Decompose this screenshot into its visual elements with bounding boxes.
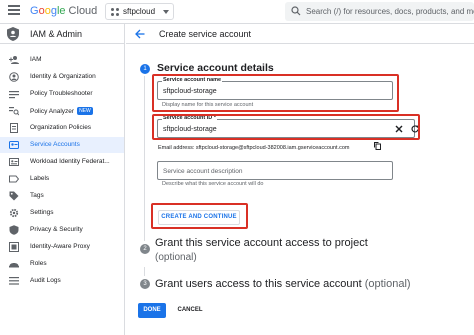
- search-bar[interactable]: Search (/) for resources, docs, products…: [285, 2, 474, 21]
- id-card-icon: [9, 158, 19, 166]
- gear-icon: [9, 208, 19, 218]
- step-connector: [144, 76, 145, 241]
- step1-title: Service account details: [157, 62, 274, 74]
- step3-optional: (optional): [364, 278, 411, 290]
- iap-icon: [9, 242, 19, 252]
- page-title: Create service account: [159, 29, 252, 39]
- email-address-text: Email address: sftpcloud-storage@sftpclo…: [158, 145, 350, 151]
- step-number-2: 2: [140, 244, 150, 254]
- sidebar-item-identity-aware-proxy[interactable]: Identity-Aware Proxy: [0, 239, 124, 255]
- list-icon: [9, 277, 19, 285]
- search-icon: [291, 6, 301, 16]
- sidebar-item-workload-identity-federation[interactable]: Workload Identity Federat...: [0, 154, 124, 170]
- service-account-description-field[interactable]: Service account description: [157, 161, 393, 180]
- sidebar-item-service-accounts[interactable]: Service Accounts: [0, 137, 124, 153]
- cancel-button[interactable]: CANCEL: [173, 303, 207, 318]
- hat-icon: [9, 263, 19, 268]
- page-header: Create service account: [126, 24, 474, 44]
- project-dots-icon: [111, 8, 119, 16]
- sidebar-item-policy-analyzer[interactable]: Policy Analyzer NEW: [0, 103, 124, 119]
- shield-icon: [9, 225, 19, 235]
- project-picker[interactable]: sftpcloud: [105, 3, 174, 20]
- person-add-icon: [9, 56, 19, 64]
- highlight-box-id: [152, 114, 420, 140]
- step-number-3: 3: [140, 279, 150, 289]
- sidebar-item-audit-logs[interactable]: Audit Logs: [0, 273, 124, 289]
- sidebar-item-labels[interactable]: Labels: [0, 171, 124, 187]
- main-content: Create service account 1 Service account…: [126, 24, 474, 335]
- highlight-box-create: [151, 203, 248, 229]
- search-placeholder: Search (/) for resources, docs, products…: [306, 7, 474, 16]
- wrench-icon: [9, 91, 19, 99]
- sidebar-title: IAM & Admin: [30, 29, 83, 39]
- sidebar-item-label: Policy Troubleshooter: [30, 90, 93, 97]
- sidebar-item-label: IAM: [30, 56, 42, 63]
- sidebar-item-roles[interactable]: Roles: [0, 256, 124, 272]
- sidebar-item-label: Policy Analyzer NEW: [30, 107, 93, 115]
- step3-title[interactable]: Grant users access to this service accou…: [155, 278, 411, 290]
- top-bar: Google Cloud sftpcloud Search (/) for re…: [0, 0, 474, 24]
- sidebar: IAM & Admin IAM Identity & Organization …: [0, 24, 125, 335]
- sidebar-header: IAM & Admin: [0, 24, 124, 44]
- person-circle-icon: [9, 72, 19, 82]
- field-placeholder: Service account description: [163, 168, 243, 175]
- new-badge: NEW: [77, 107, 93, 115]
- sidebar-item-label: Service Accounts: [30, 141, 80, 148]
- caret-down-icon: [163, 10, 169, 14]
- sidebar-item-label: Identity-Aware Proxy: [30, 243, 90, 250]
- highlight-box-name: [152, 74, 399, 112]
- sidebar-item-label: Tags: [30, 192, 44, 199]
- service-account-icon: [9, 141, 19, 149]
- google-cloud-logo[interactable]: Google Cloud: [30, 4, 97, 18]
- step-number-1: 1: [140, 64, 150, 74]
- project-name: sftpcloud: [123, 7, 156, 16]
- sidebar-item-organization-policies[interactable]: Organization Policies: [0, 120, 124, 136]
- step2-title[interactable]: Grant this service account access to pro…: [155, 237, 368, 249]
- done-button[interactable]: DONE: [138, 303, 166, 318]
- list-search-icon: [9, 107, 19, 116]
- document-icon: [10, 123, 18, 133]
- sidebar-item-label: Organization Policies: [30, 124, 92, 131]
- sidebar-item-label: Settings: [30, 209, 54, 216]
- step2-optional: (optional): [155, 252, 197, 263]
- label-icon: [9, 175, 19, 183]
- sidebar-item-label: Roles: [30, 260, 47, 267]
- sidebar-item-iam[interactable]: IAM: [0, 52, 124, 68]
- sidebar-item-label: Workload Identity Federat...: [30, 158, 110, 165]
- sidebar-item-tags[interactable]: Tags: [0, 188, 124, 204]
- step-connector: [144, 267, 145, 276]
- sidebar-item-policy-troubleshooter[interactable]: Policy Troubleshooter: [0, 86, 124, 102]
- copy-icon[interactable]: [374, 142, 381, 150]
- sidebar-item-settings[interactable]: Settings: [0, 205, 124, 221]
- sidebar-item-label: Audit Logs: [30, 277, 61, 284]
- shield-icon: [7, 27, 19, 41]
- sidebar-item-label: Identity & Organization: [30, 73, 96, 80]
- tag-icon: [9, 191, 19, 201]
- sidebar-item-identity-organization[interactable]: Identity & Organization: [0, 69, 124, 85]
- sidebar-item-label: Privacy & Security: [30, 226, 83, 233]
- sidebar-item-label: Labels: [30, 175, 50, 182]
- back-arrow-icon[interactable]: [135, 29, 145, 39]
- hamburger-menu-icon[interactable]: [8, 5, 20, 17]
- sidebar-item-privacy-security[interactable]: Privacy & Security: [0, 222, 124, 238]
- description-hint: Describe what this service account will …: [162, 181, 264, 187]
